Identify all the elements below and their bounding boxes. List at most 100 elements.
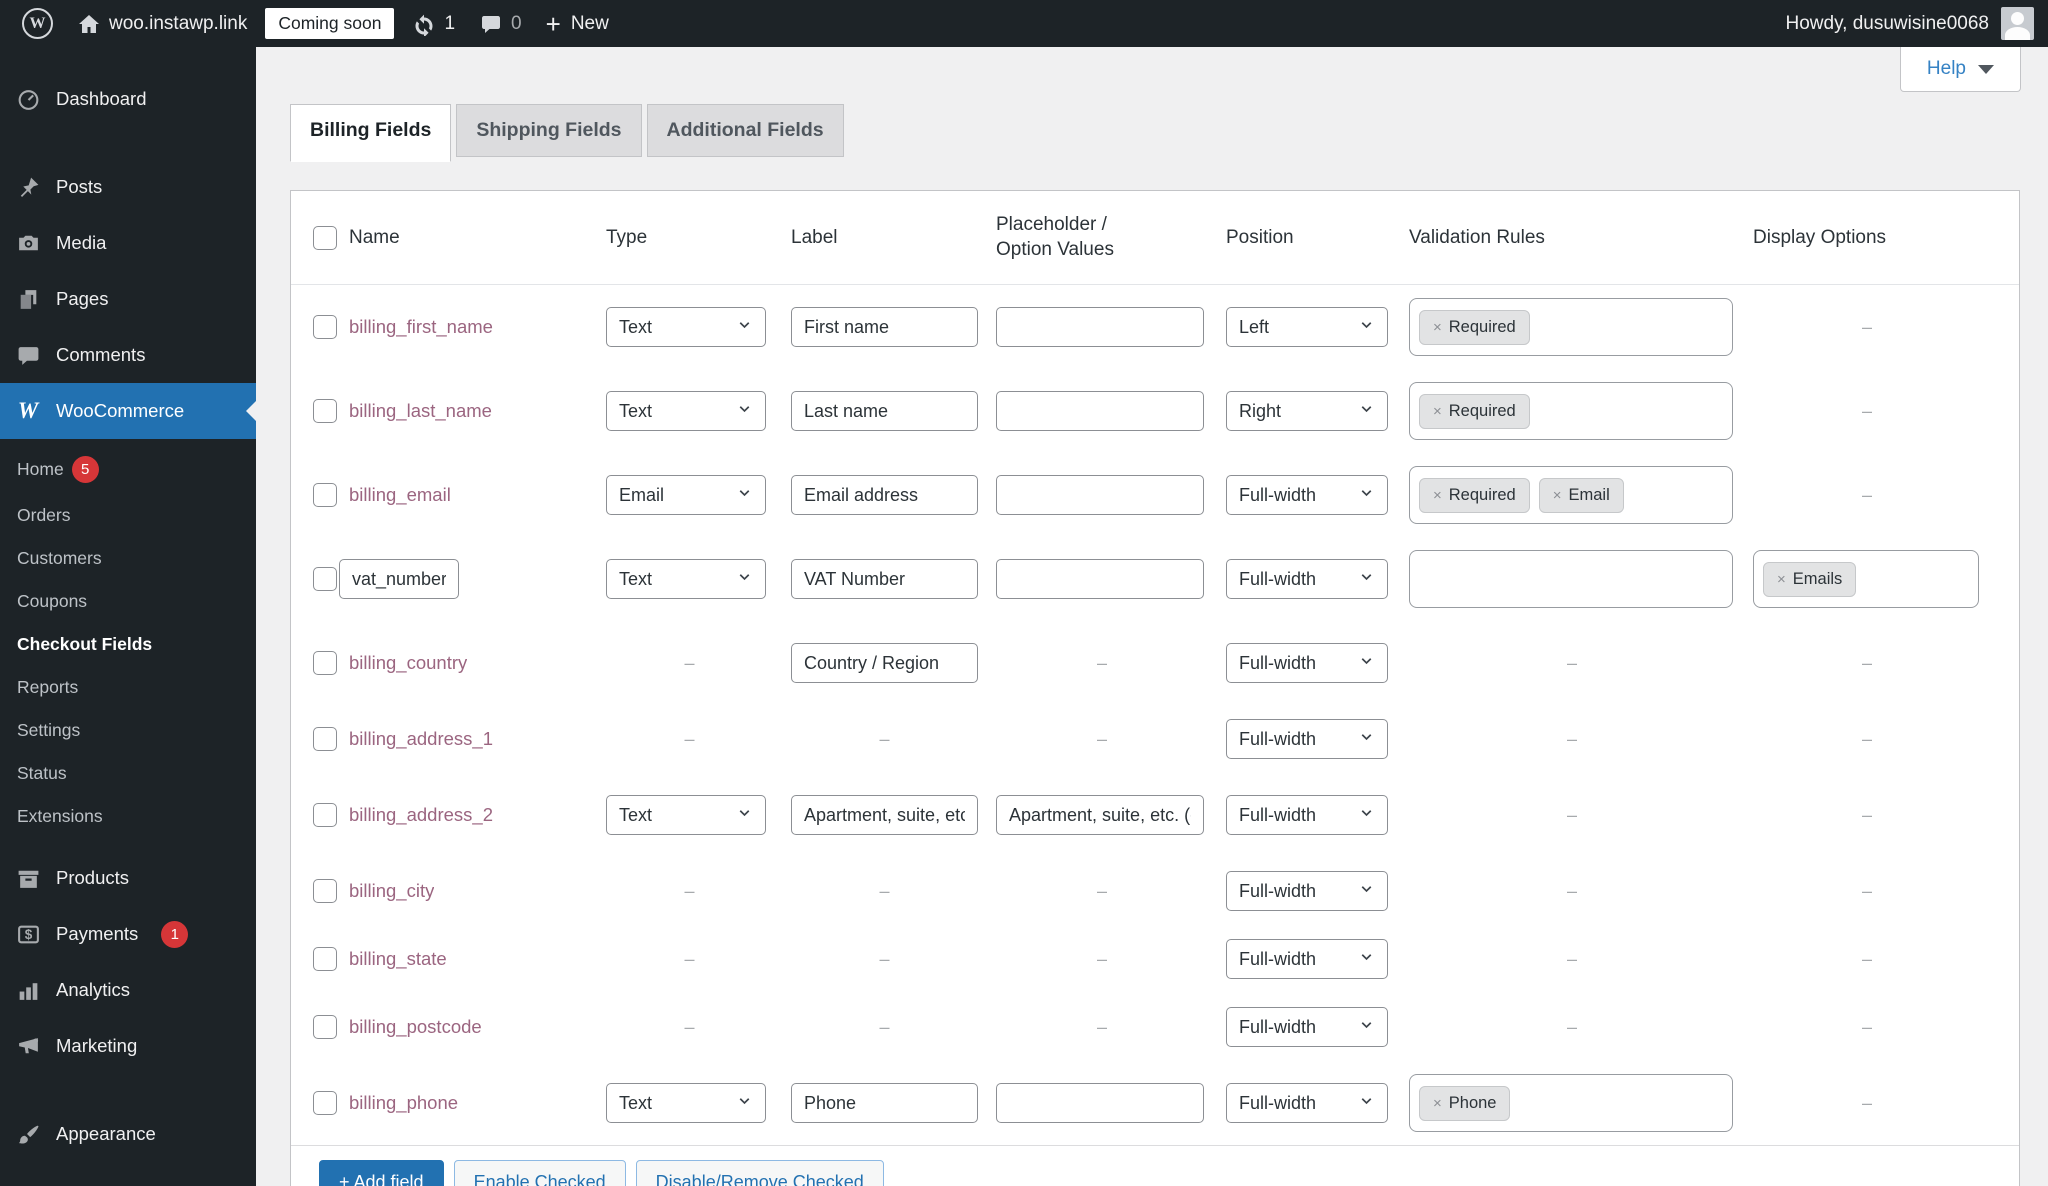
label-input[interactable] [791, 307, 978, 347]
tag-remove-icon[interactable]: × [1553, 487, 1562, 504]
position-select[interactable]: Full-width [1226, 1007, 1388, 1047]
row-checkbox[interactable] [313, 651, 337, 675]
tab-billing-fields[interactable]: Billing Fields [290, 104, 451, 162]
sidebar-item-pages[interactable]: Pages [0, 271, 256, 327]
type-select[interactable]: Text [606, 1083, 766, 1123]
validation-rules-box[interactable]: ×Required [1409, 382, 1733, 440]
placeholder-input[interactable] [996, 475, 1204, 515]
label-input[interactable] [791, 391, 978, 431]
sidebar-item-products[interactable]: Products [0, 850, 256, 906]
add-field-button[interactable]: + Add field [319, 1160, 444, 1186]
row-checkbox[interactable] [313, 879, 337, 903]
submenu-item-settings[interactable]: Settings [0, 709, 256, 752]
select-all-checkbox[interactable] [313, 226, 337, 250]
position-select[interactable]: Full-width [1226, 719, 1388, 759]
submenu-item-coupons[interactable]: Coupons [0, 580, 256, 623]
placeholder-input[interactable] [996, 391, 1204, 431]
new-content-button[interactable]: + New [534, 0, 621, 47]
position-select[interactable]: Full-width [1226, 559, 1388, 599]
row-checkbox[interactable] [313, 727, 337, 751]
position-select[interactable]: Full-width [1226, 1083, 1388, 1123]
label-input[interactable] [791, 1083, 978, 1123]
wp-logo-button[interactable]: W [10, 0, 65, 47]
placeholder-input[interactable] [996, 1083, 1204, 1123]
type-select[interactable]: Text [606, 307, 766, 347]
submenu-item-label: Extensions [17, 806, 103, 827]
tag-remove-icon[interactable]: × [1433, 487, 1442, 504]
sidebar-item-payments[interactable]: $Payments1 [0, 906, 256, 962]
sidebar-item-appearance[interactable]: Appearance [0, 1106, 256, 1162]
table-cell: – [606, 949, 791, 970]
sidebar-item-media[interactable]: Media [0, 215, 256, 271]
tab-additional-fields[interactable]: Additional Fields [647, 104, 844, 157]
placeholder-input[interactable] [996, 307, 1204, 347]
position-select[interactable]: Full-width [1226, 643, 1388, 683]
updates-link[interactable]: 1 [400, 0, 467, 47]
sidebar-item-comments[interactable]: Comments [0, 327, 256, 383]
enable-checked-button[interactable]: Enable Checked [454, 1160, 626, 1186]
row-checkbox[interactable] [313, 1015, 337, 1039]
pages-icon [15, 286, 41, 312]
display-options-box[interactable]: ×Emails [1753, 550, 1979, 608]
position-select[interactable]: Full-width [1226, 871, 1388, 911]
row-checkbox[interactable] [313, 947, 337, 971]
placeholder-input[interactable] [996, 795, 1204, 835]
row-checkbox[interactable] [313, 315, 337, 339]
validation-rules-box[interactable] [1409, 550, 1733, 608]
submenu-item-reports[interactable]: Reports [0, 666, 256, 709]
row-checkbox[interactable] [313, 483, 337, 507]
sidebar-item-analytics[interactable]: Analytics [0, 962, 256, 1018]
placeholder-input[interactable] [996, 559, 1204, 599]
row-checkbox[interactable] [313, 567, 337, 591]
howdy-text[interactable]: Howdy, dusuwisine0068 [1786, 13, 1990, 35]
validation-rules-box[interactable]: ×Phone [1409, 1074, 1733, 1132]
sidebar-item-dashboard[interactable]: Dashboard [0, 71, 256, 127]
label-input[interactable] [791, 559, 978, 599]
sidebar-item-woocommerce[interactable]: WWooCommerce [0, 383, 256, 439]
submenu-item-status[interactable]: Status [0, 752, 256, 795]
tag-remove-icon[interactable]: × [1433, 319, 1442, 336]
label-input[interactable] [791, 475, 978, 515]
type-select[interactable]: Text [606, 795, 766, 835]
submenu-item-home[interactable]: Home5 [0, 445, 256, 494]
position-select[interactable]: Right [1226, 391, 1388, 431]
position-select[interactable]: Full-width [1226, 475, 1388, 515]
field-name: billing_last_name [349, 400, 492, 422]
field-name: billing_city [349, 880, 434, 902]
disable-remove-checked-button[interactable]: Disable/Remove Checked [636, 1160, 884, 1186]
validation-rules-box[interactable]: ×Required [1409, 298, 1733, 356]
tab-shipping-fields[interactable]: Shipping Fields [456, 104, 641, 157]
wordpress-logo-icon: W [22, 8, 53, 39]
tag-remove-icon[interactable]: × [1433, 1095, 1442, 1112]
type-select[interactable]: Text [606, 559, 766, 599]
submenu-item-label: Orders [17, 505, 70, 526]
comments-link[interactable]: 0 [467, 0, 534, 47]
row-checkbox[interactable] [313, 803, 337, 827]
field-name-input[interactable] [339, 559, 459, 599]
submenu-item-orders[interactable]: Orders [0, 494, 256, 537]
row-checkbox[interactable] [313, 1091, 337, 1115]
label-input[interactable] [791, 795, 978, 835]
help-button[interactable]: Help [1900, 47, 2021, 92]
avatar[interactable] [2001, 7, 2034, 40]
type-select[interactable]: Email [606, 475, 766, 515]
type-select[interactable]: Text [606, 391, 766, 431]
position-select[interactable]: Full-width [1226, 795, 1388, 835]
position-select[interactable]: Full-width [1226, 939, 1388, 979]
plus-icon: + [546, 14, 561, 34]
submenu-item-extensions[interactable]: Extensions [0, 795, 256, 838]
chevron-down-icon [1358, 568, 1375, 590]
position-select[interactable]: Left [1226, 307, 1388, 347]
site-name-link[interactable]: woo.instawp.link [65, 0, 259, 47]
submenu-item-customers[interactable]: Customers [0, 537, 256, 580]
sidebar-item-posts[interactable]: Posts [0, 159, 256, 215]
submenu-item-checkout-fields[interactable]: Checkout Fields [0, 623, 256, 666]
row-checkbox[interactable] [313, 399, 337, 423]
label-input[interactable] [791, 643, 978, 683]
sidebar-item-marketing[interactable]: Marketing [0, 1018, 256, 1074]
tag-remove-icon[interactable]: × [1433, 403, 1442, 420]
empty-value-dash: – [684, 729, 694, 750]
validation-rules-box[interactable]: ×Required×Email [1409, 466, 1733, 524]
tag-remove-icon[interactable]: × [1777, 571, 1786, 588]
table-header-row: NameTypeLabelPlaceholder / Option Values… [291, 191, 2019, 285]
